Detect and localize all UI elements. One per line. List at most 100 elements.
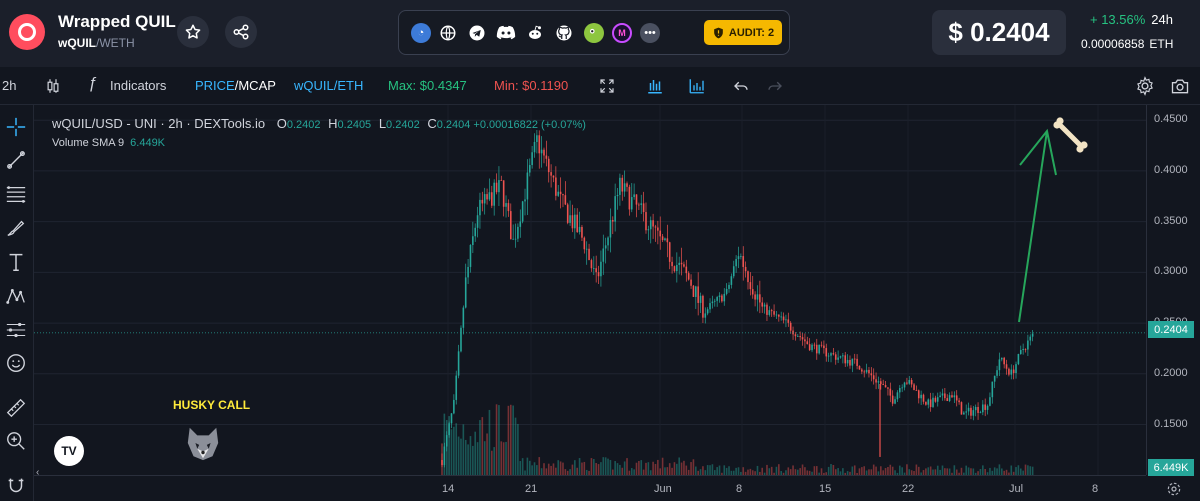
eth-price-value: 0.00006858 bbox=[1081, 37, 1145, 51]
legend-open-label: O bbox=[276, 116, 287, 131]
dextools-icon[interactable]: ◔ bbox=[411, 23, 431, 43]
magnet-icon[interactable] bbox=[5, 475, 27, 497]
volume-bar bbox=[1015, 467, 1017, 475]
price-tick-label: 0.4000 bbox=[1154, 163, 1188, 176]
candle bbox=[759, 294, 761, 303]
volume-bar bbox=[837, 468, 839, 475]
dapp-icon[interactable]: M bbox=[612, 23, 632, 43]
price-chart[interactable] bbox=[0, 105, 1146, 475]
volume-bar bbox=[479, 420, 481, 475]
indicators-icon[interactable]: ƒ bbox=[88, 75, 97, 93]
candle bbox=[649, 220, 652, 230]
chart-style-icon[interactable] bbox=[646, 77, 664, 95]
favorite-button[interactable] bbox=[177, 16, 209, 48]
volume-bar bbox=[555, 467, 557, 475]
candle bbox=[1010, 369, 1013, 375]
candle bbox=[870, 373, 873, 376]
candle bbox=[614, 196, 616, 222]
candle bbox=[946, 398, 949, 402]
candle bbox=[929, 399, 932, 407]
volume-bar bbox=[507, 405, 510, 475]
time-tick-label: Jul bbox=[1009, 483, 1024, 495]
candle bbox=[555, 177, 557, 196]
discord-icon[interactable] bbox=[496, 23, 516, 43]
candle bbox=[934, 397, 937, 402]
candle bbox=[896, 392, 899, 400]
volume-bar bbox=[941, 465, 944, 475]
candle bbox=[908, 380, 911, 384]
volume-bar bbox=[735, 467, 737, 475]
coingecko-icon[interactable] bbox=[584, 23, 604, 43]
collapse-icon[interactable]: ‹ bbox=[36, 467, 39, 478]
undo-icon[interactable] bbox=[732, 77, 750, 95]
candle bbox=[578, 226, 581, 233]
volume-bar bbox=[571, 464, 574, 475]
candle bbox=[464, 277, 467, 308]
candle bbox=[894, 399, 896, 404]
settings-icon[interactable] bbox=[1135, 76, 1155, 96]
volume-bar bbox=[858, 468, 861, 475]
candle bbox=[868, 369, 870, 374]
more-icon[interactable]: ••• bbox=[640, 23, 660, 43]
indicators-button[interactable]: Indicators bbox=[110, 78, 166, 93]
tradingview-logo[interactable]: TV bbox=[54, 436, 84, 466]
candle bbox=[457, 351, 460, 376]
volume-bar bbox=[1017, 465, 1020, 475]
volume-bar bbox=[706, 465, 709, 475]
header: Wrapped QUIL wQUIL/WETH ◔ M ••• AUDIT: 2… bbox=[0, 0, 1200, 67]
share-button[interactable] bbox=[225, 16, 257, 48]
candle bbox=[806, 341, 809, 345]
candle bbox=[794, 334, 797, 337]
candle bbox=[972, 410, 975, 416]
volume-bar bbox=[474, 431, 477, 475]
candle bbox=[716, 297, 718, 301]
candle bbox=[709, 303, 711, 310]
reddit-icon[interactable] bbox=[525, 23, 545, 43]
telegram-icon[interactable] bbox=[467, 23, 487, 43]
candle bbox=[647, 229, 650, 231]
candle bbox=[685, 266, 688, 274]
camera-icon[interactable] bbox=[1170, 76, 1190, 96]
candle bbox=[706, 309, 709, 314]
candle bbox=[699, 295, 702, 303]
candle bbox=[491, 192, 493, 206]
candle bbox=[472, 236, 474, 245]
change-period: 24h bbox=[1151, 12, 1173, 27]
fullscreen-icon[interactable] bbox=[598, 77, 616, 95]
volume-bar bbox=[820, 468, 823, 475]
candle bbox=[849, 359, 851, 366]
volume-bar bbox=[616, 463, 619, 475]
candle bbox=[576, 214, 579, 233]
max-price: Max: $0.4347 bbox=[388, 78, 467, 93]
volume-bar bbox=[495, 404, 498, 475]
volume-bar bbox=[657, 459, 659, 475]
pair-toggle[interactable]: wQUIL/ETH bbox=[294, 78, 363, 93]
volume-bar bbox=[512, 405, 514, 475]
candle bbox=[531, 152, 533, 166]
volume-bar bbox=[464, 439, 467, 475]
interval-selector[interactable]: 2h bbox=[2, 78, 16, 93]
candle bbox=[718, 295, 721, 298]
candle bbox=[571, 215, 574, 229]
volume-bar bbox=[502, 442, 505, 475]
trades-icon[interactable] bbox=[688, 77, 706, 95]
axis-settings-icon[interactable] bbox=[1166, 481, 1182, 497]
candle bbox=[507, 203, 510, 212]
volume-bar bbox=[604, 457, 607, 475]
price-mcap-toggle[interactable]: PRICE/MCAP bbox=[195, 78, 276, 93]
github-icon[interactable] bbox=[554, 23, 574, 43]
token-pair[interactable]: wQUIL/WETH bbox=[58, 36, 135, 50]
volume-bar bbox=[728, 466, 730, 475]
time-axis[interactable] bbox=[34, 475, 1146, 501]
redo-icon[interactable] bbox=[766, 77, 784, 95]
links-panel: ◔ M ••• AUDIT: 2 bbox=[398, 10, 790, 55]
globe-icon[interactable] bbox=[438, 23, 458, 43]
candle-type-icon[interactable] bbox=[44, 77, 62, 95]
candle bbox=[590, 260, 593, 269]
volume-bar bbox=[842, 468, 844, 475]
time-tick-label: 22 bbox=[902, 483, 915, 495]
candle bbox=[692, 285, 695, 297]
candle bbox=[593, 268, 595, 269]
candle bbox=[801, 337, 804, 340]
audit-badge[interactable]: AUDIT: 2 bbox=[704, 20, 782, 45]
